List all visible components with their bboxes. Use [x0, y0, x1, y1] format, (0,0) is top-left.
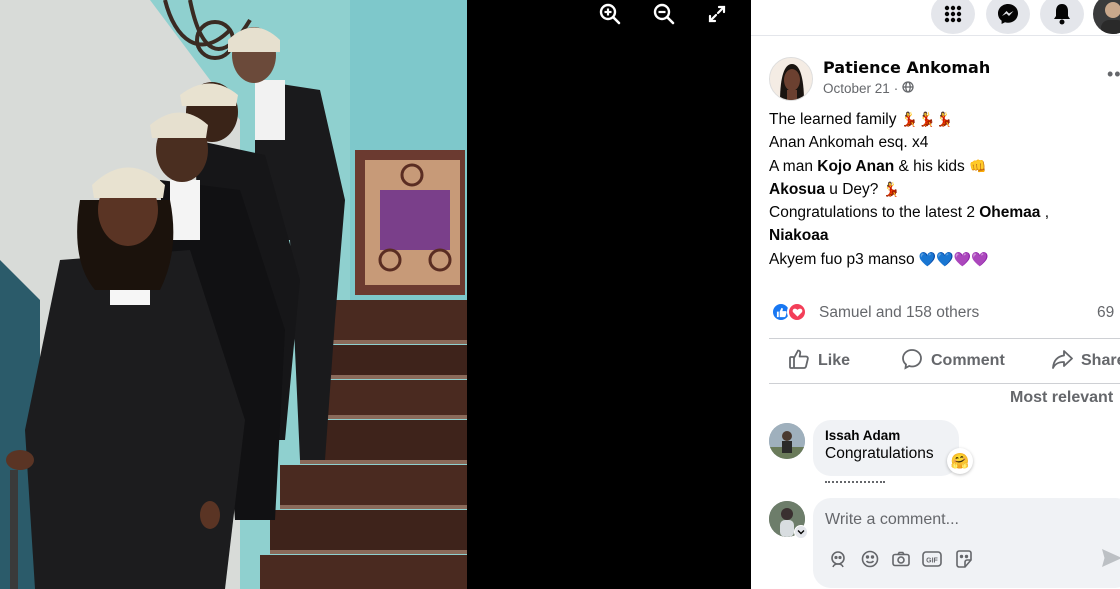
purple-heart-emoji: 💜	[953, 250, 972, 267]
purple-heart-emoji: 💜	[971, 250, 989, 267]
comment-sort-dropdown[interactable]: Most relevant	[1010, 389, 1113, 407]
post-meta: October 21 ·	[823, 81, 914, 96]
post-line: Akosua u Dey? 💃	[769, 178, 1114, 202]
love-icon	[787, 302, 807, 322]
divider	[769, 338, 1120, 339]
share-icon	[1051, 348, 1073, 375]
author-avatar[interactable]	[769, 57, 813, 101]
photo-scene	[0, 0, 467, 589]
dancer-emoji: 💃	[918, 111, 936, 127]
post-line: The learned family 💃💃💃	[769, 108, 1114, 132]
account-avatar[interactable]	[1093, 0, 1120, 34]
avatar-sticker-icon[interactable]	[827, 548, 849, 570]
post-line: Niakoaa	[769, 226, 829, 244]
post-panel: Patience Ankomah October 21 · •• The lea…	[751, 0, 1120, 589]
post-line: Anan Ankomah esq. x4	[769, 133, 929, 151]
blue-heart-emoji: 💙	[936, 250, 954, 267]
dancer-emoji: 💃	[935, 111, 954, 127]
comment-bubble: Issah Adam Congratulations	[813, 420, 959, 476]
comment-count[interactable]: 69	[1097, 304, 1114, 322]
zoom-in-icon[interactable]	[592, 0, 628, 28]
camera-icon[interactable]	[890, 548, 912, 570]
share-button[interactable]: Share	[1051, 346, 1120, 376]
top-bar	[751, 0, 1120, 36]
svg-text:GIF: GIF	[926, 558, 938, 565]
comment-reaction-icon[interactable]: 🤗	[947, 448, 973, 474]
comment-composer: GIF	[813, 498, 1120, 588]
post-photo[interactable]	[0, 0, 467, 589]
reaction-icons[interactable]	[771, 302, 807, 322]
gif-icon[interactable]: GIF	[921, 548, 943, 570]
post-text: The learned family 💃💃💃 Anan Ankomah esq.…	[769, 108, 1114, 272]
zoom-out-icon[interactable]	[646, 0, 682, 28]
messenger-icon[interactable]	[986, 0, 1030, 34]
comment-icon	[901, 348, 923, 375]
notifications-icon[interactable]	[1040, 0, 1084, 34]
blue-heart-emoji: 💙	[918, 250, 937, 267]
comment-input[interactable]	[825, 508, 1115, 532]
send-icon[interactable]	[1101, 548, 1120, 573]
dancer-emoji: 💃	[900, 111, 919, 127]
chevron-down-icon[interactable]	[794, 525, 808, 539]
comment-actions-clipped	[825, 480, 885, 486]
post-line: A man Kojo Anan & his kids 👊	[769, 155, 1114, 179]
post-line: Akyem fuo p3 manso 💙💙💜💜	[769, 248, 1114, 272]
fullscreen-icon[interactable]	[699, 0, 735, 28]
comment-text: Congratulations	[825, 445, 934, 462]
divider	[769, 383, 1120, 384]
commenter-name[interactable]: Issah Adam	[825, 428, 947, 443]
menu-grid-icon[interactable]	[931, 0, 975, 34]
comment-button[interactable]: Comment	[901, 346, 1005, 376]
author-name[interactable]: Patience Ankomah	[823, 58, 990, 77]
commenter-avatar[interactable]	[769, 423, 805, 459]
globe-icon	[902, 81, 914, 96]
like-button[interactable]: Like	[788, 346, 850, 376]
post-line: Congratulations to the latest 2 Ohemaa ,	[769, 204, 1050, 222]
more-options-icon[interactable]: ••	[1107, 64, 1120, 85]
thumbs-up-icon	[788, 348, 810, 375]
photo-viewer	[0, 0, 751, 589]
fist-emoji: 👊	[969, 157, 987, 174]
sticker-icon[interactable]	[953, 548, 975, 570]
reaction-summary[interactable]: Samuel and 158 others	[819, 304, 979, 322]
post-date[interactable]: October 21	[823, 81, 890, 96]
emoji-icon[interactable]	[859, 548, 881, 570]
dancer-emoji: 💃	[882, 181, 901, 198]
